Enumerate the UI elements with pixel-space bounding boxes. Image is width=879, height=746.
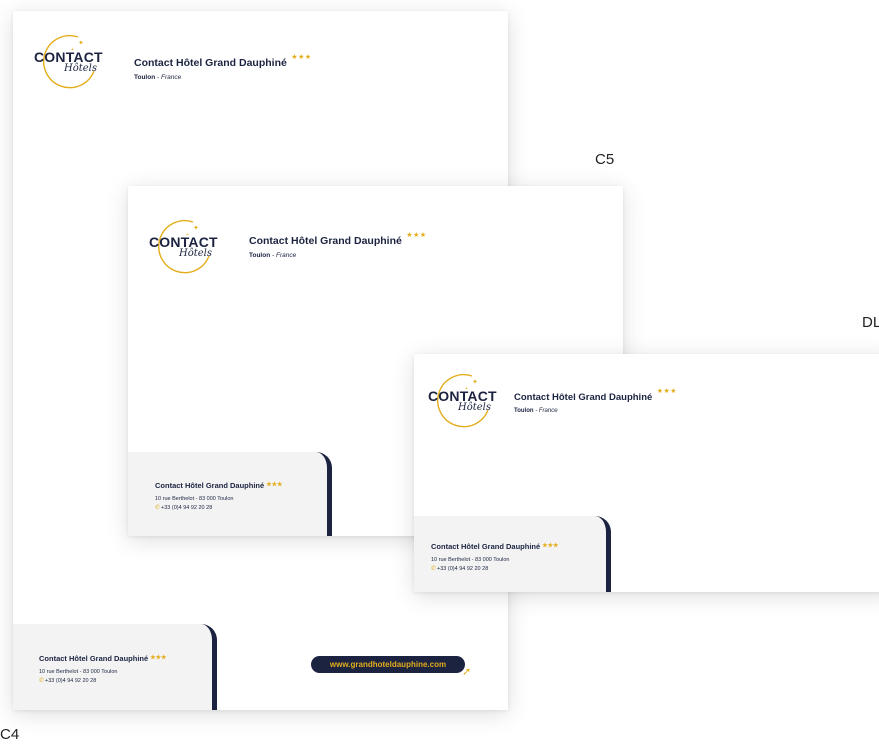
contact-hotels-logo: ✦ + CONTACT Hôtels	[149, 214, 218, 276]
card-phone: ✆+33 (0)4 94 92 20 28	[155, 504, 212, 511]
phone-icon: ✆	[155, 505, 161, 511]
address-card-dl: Contact Hôtel Grand Dauphiné ★★★ 10 rue …	[414, 516, 611, 592]
address-card-c5: Contact Hôtel Grand Dauphiné ★★★ 10 rue …	[128, 452, 332, 536]
card-hotel-name-text: Contact Hôtel Grand Dauphiné	[431, 542, 541, 551]
label-c5: C5	[595, 151, 615, 168]
card-address: 10 rue Berthelot - 83 000 Toulon	[39, 669, 118, 675]
card-phone-number: +33 (0)4 94 92 20 28	[437, 566, 489, 572]
hotel-location: Toulon - France	[134, 74, 312, 81]
card-phone: ✆+33 (0)4 94 92 20 28	[39, 677, 96, 684]
hotel-location: Toulon - France	[514, 408, 677, 414]
card-phone: ✆+33 (0)4 94 92 20 28	[431, 565, 488, 572]
phone-icon: ✆	[39, 678, 45, 684]
hotel-location: Toulon - France	[249, 252, 427, 259]
website-pill[interactable]: www.grandhoteldauphine.com	[311, 656, 465, 673]
svg-text:✦: ✦	[472, 378, 478, 386]
svg-text:✦: ✦	[193, 224, 199, 232]
hotel-name: Contact Hôtel Grand Dauphiné	[134, 57, 287, 69]
hotel-name: Contact Hôtel Grand Dauphiné	[249, 235, 402, 247]
card-phone-number: +33 (0)4 94 92 20 28	[45, 678, 97, 684]
label-dl: DL	[862, 314, 879, 331]
hotel-city: Toulon	[249, 252, 271, 259]
logo-script: Hôtels	[179, 248, 213, 259]
contact-hotels-logo: ✦ + CONTACT Hôtels	[34, 29, 103, 91]
hotel-city: Toulon	[134, 74, 156, 81]
cursor-icon: ➚	[462, 666, 472, 678]
hotel-city: Toulon	[514, 408, 534, 414]
card-phone-number: +33 (0)4 94 92 20 28	[161, 505, 213, 511]
letterhead-header: Contact Hôtel Grand Dauphiné ★★★ Toulon …	[249, 231, 427, 259]
hotel-country: France	[538, 408, 558, 414]
card-hotel-name: Contact Hôtel Grand Dauphiné ★★★	[39, 654, 166, 663]
hotel-country: France	[160, 74, 182, 81]
label-c4: C4	[0, 726, 20, 743]
letterhead-header: Contact Hôtel Grand Dauphiné ★★★ Toulon …	[514, 387, 677, 414]
hotel-stars: ★★★	[656, 388, 678, 395]
phone-icon: ✆	[431, 566, 437, 572]
address-card-c4: Contact Hôtel Grand Dauphiné ★★★ 10 rue …	[13, 624, 217, 710]
hotel-stars: ★★★	[291, 54, 312, 61]
card-hotel-name-text: Contact Hôtel Grand Dauphiné	[39, 654, 149, 663]
card-hotel-name: Contact Hôtel Grand Dauphiné ★★★	[431, 542, 558, 551]
svg-text:✦: ✦	[78, 39, 84, 47]
hotel-stars: ★★★	[406, 232, 427, 239]
logo-script: Hôtels	[64, 63, 98, 74]
contact-hotels-logo: ✦ + CONTACT Hôtels	[428, 368, 497, 430]
letterhead-header: Contact Hôtel Grand Dauphiné ★★★ Toulon …	[134, 53, 312, 81]
hotel-country: France	[275, 252, 297, 259]
card-hotel-name-text: Contact Hôtel Grand Dauphiné	[155, 481, 265, 490]
card-hotel-stars: ★★★	[150, 655, 167, 661]
card-address: 10 rue Berthelot - 83 000 Toulon	[155, 496, 234, 502]
hotel-name: Contact Hôtel Grand Dauphiné	[514, 392, 653, 403]
card-hotel-name: Contact Hôtel Grand Dauphiné ★★★	[155, 481, 282, 490]
card-hotel-stars: ★★★	[542, 543, 559, 549]
card-hotel-stars: ★★★	[266, 482, 283, 488]
logo-script: Hôtels	[458, 402, 492, 413]
card-address: 10 rue Berthelot - 83 000 Toulon	[431, 557, 510, 563]
